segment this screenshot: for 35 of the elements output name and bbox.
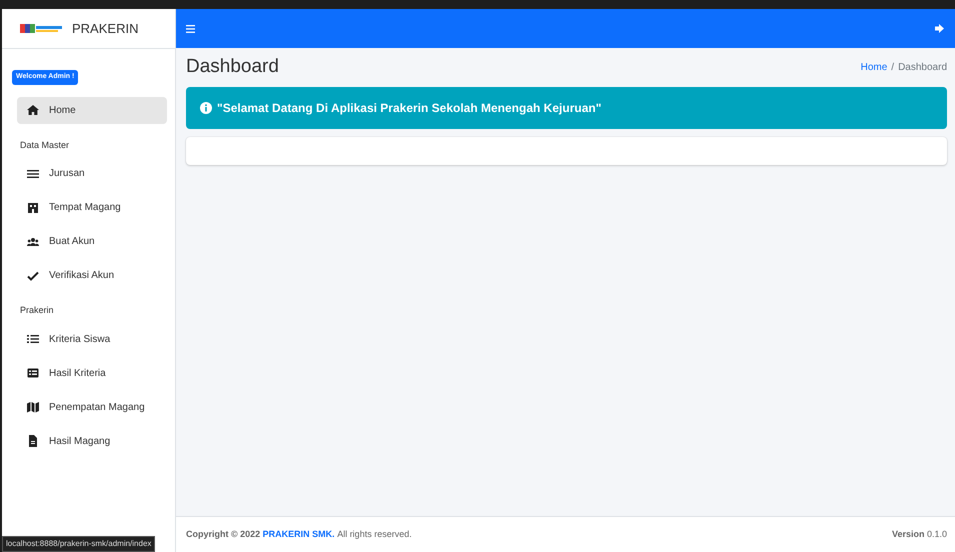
info-icon [200,102,212,114]
menu-icon [27,168,39,180]
sidebar-item[interactable]: Home [17,96,167,124]
brand-title: PRAKERIN [72,20,138,38]
menu-button[interactable] [186,24,195,32]
version-text: Version 0.1.0 [892,528,947,541]
sidebar-item[interactable]: Tempat Magang [17,194,167,221]
logo-icon [20,22,64,34]
breadcrumb-separator: / [891,60,894,75]
sidebar-item[interactable]: Penempatan Magang [17,394,167,420]
map-icon [27,401,39,413]
sidebar-item[interactable]: Verifikasi Akun [17,262,167,289]
status-url: localhost:8888/prakerin-smk/admin/index [2,536,156,552]
file-icon [27,435,39,447]
sidebar-item[interactable]: Jurusan [17,160,167,187]
sidebar-item[interactable]: Buat Akun [17,228,167,255]
sidebar-item[interactable]: Hasil Magang [17,428,167,454]
breadcrumb-link[interactable]: Home [860,60,888,75]
page-title: Dashboard [186,56,279,79]
sidebar-header: Prakerin [19,304,55,317]
welcome-alert: "Selamat Datang Di Aplikasi Prakerin Sekolah Menengah Kejuruan" [186,86,947,129]
logout-icon [935,24,945,33]
table-icon [27,367,39,379]
breadcrumb-current: Dashboard [898,60,947,75]
menu-icon [186,24,195,32]
sidebar-item[interactable]: Kriteria Siswa [17,326,167,352]
copyright-text: Copyright © 2022 PRAKERIN SMK. All rights reserved. [186,528,412,539]
home-icon [27,104,39,116]
users-icon [27,236,39,248]
sidebar-header: Data Master [19,138,70,152]
check-icon [27,270,39,282]
building-icon [27,202,39,214]
list-icon [27,333,39,345]
logout-button[interactable] [935,24,945,33]
sidebar-item[interactable]: Hasil Kriteria [17,360,167,386]
